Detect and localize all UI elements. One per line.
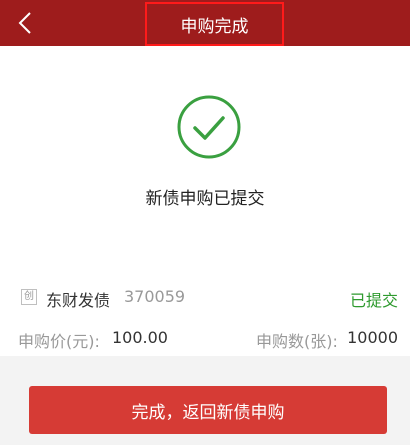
- status-badge: 已提交: [349, 291, 398, 310]
- price-label: 申购价(元):: [18, 332, 100, 351]
- back-button[interactable]: [12, 8, 38, 38]
- bond-code: 370059: [124, 287, 186, 306]
- price-value: 100.00: [112, 328, 168, 347]
- done-return-button[interactable]: 完成，返回新债申购: [29, 386, 387, 434]
- top-bar: 申购完成: [0, 0, 410, 46]
- check-circle-icon: [177, 95, 241, 159]
- page-title: 申购完成: [145, 2, 284, 46]
- bond-detail-card: 创 东财发债 370059 已提交 申购价(元): 100.00 申购数(张):…: [0, 276, 410, 356]
- chevron-left-icon: [18, 12, 31, 34]
- success-panel: 新债申购已提交: [0, 46, 410, 276]
- quantity-label: 申购数(张):: [256, 332, 338, 351]
- bond-type-icon: 创: [21, 289, 37, 305]
- bond-name: 东财发债: [46, 291, 111, 310]
- quantity-value: 10000: [347, 328, 398, 347]
- success-message: 新债申购已提交: [145, 189, 265, 209]
